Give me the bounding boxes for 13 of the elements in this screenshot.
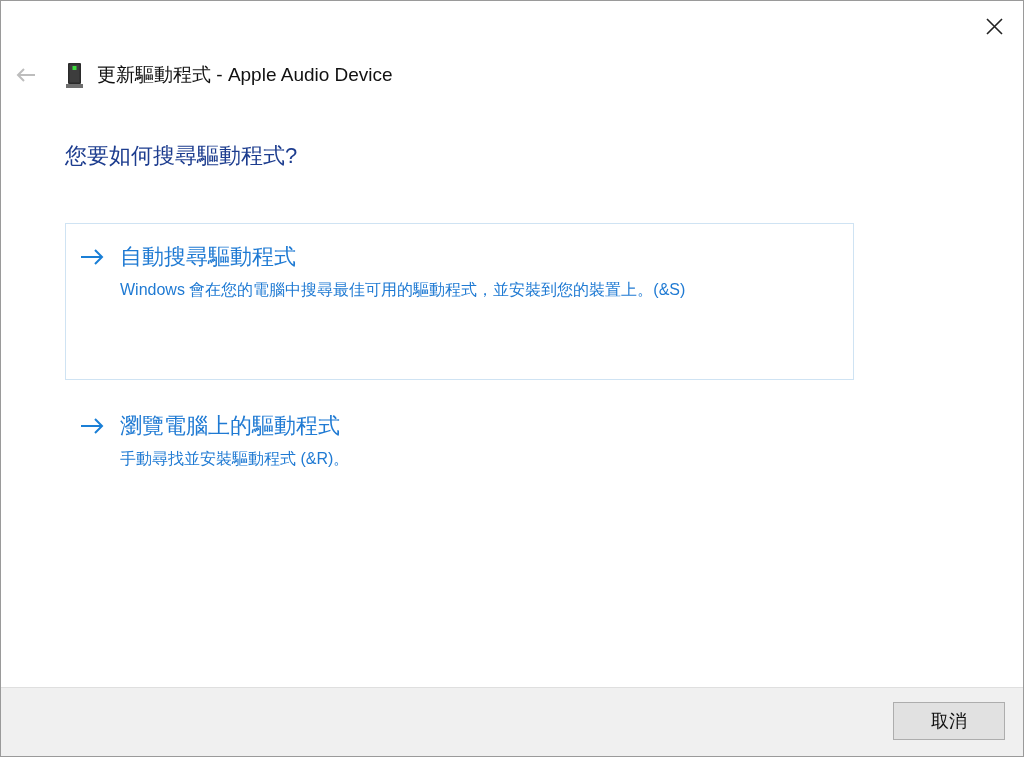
window-title: 更新驅動程式 - Apple Audio Device	[97, 63, 393, 87]
cancel-button[interactable]: 取消	[893, 702, 1005, 740]
command-link-description: Windows 會在您的電腦中搜尋最佳可用的驅動程式，並安裝到您的裝置上。(&S)	[120, 280, 686, 300]
device-icon	[66, 62, 83, 88]
back-arrow-icon	[16, 68, 36, 82]
command-link[interactable]: 自動搜尋驅動程式 Windows 會在您的電腦中搜尋最佳可用的驅動程式，並安裝到您的裝置上。(&S)	[65, 223, 854, 380]
page-heading: 您要如何搜尋驅動程式?	[65, 142, 298, 170]
right-arrow-icon	[80, 418, 104, 434]
command-link-description: 手動尋找並安裝驅動程式 (&R)。	[120, 449, 350, 469]
right-arrow-icon	[80, 249, 104, 265]
command-link-title: 瀏覽電腦上的驅動程式	[120, 412, 341, 440]
close-icon	[985, 17, 1003, 35]
command-link-title: 自動搜尋驅動程式	[120, 243, 297, 271]
